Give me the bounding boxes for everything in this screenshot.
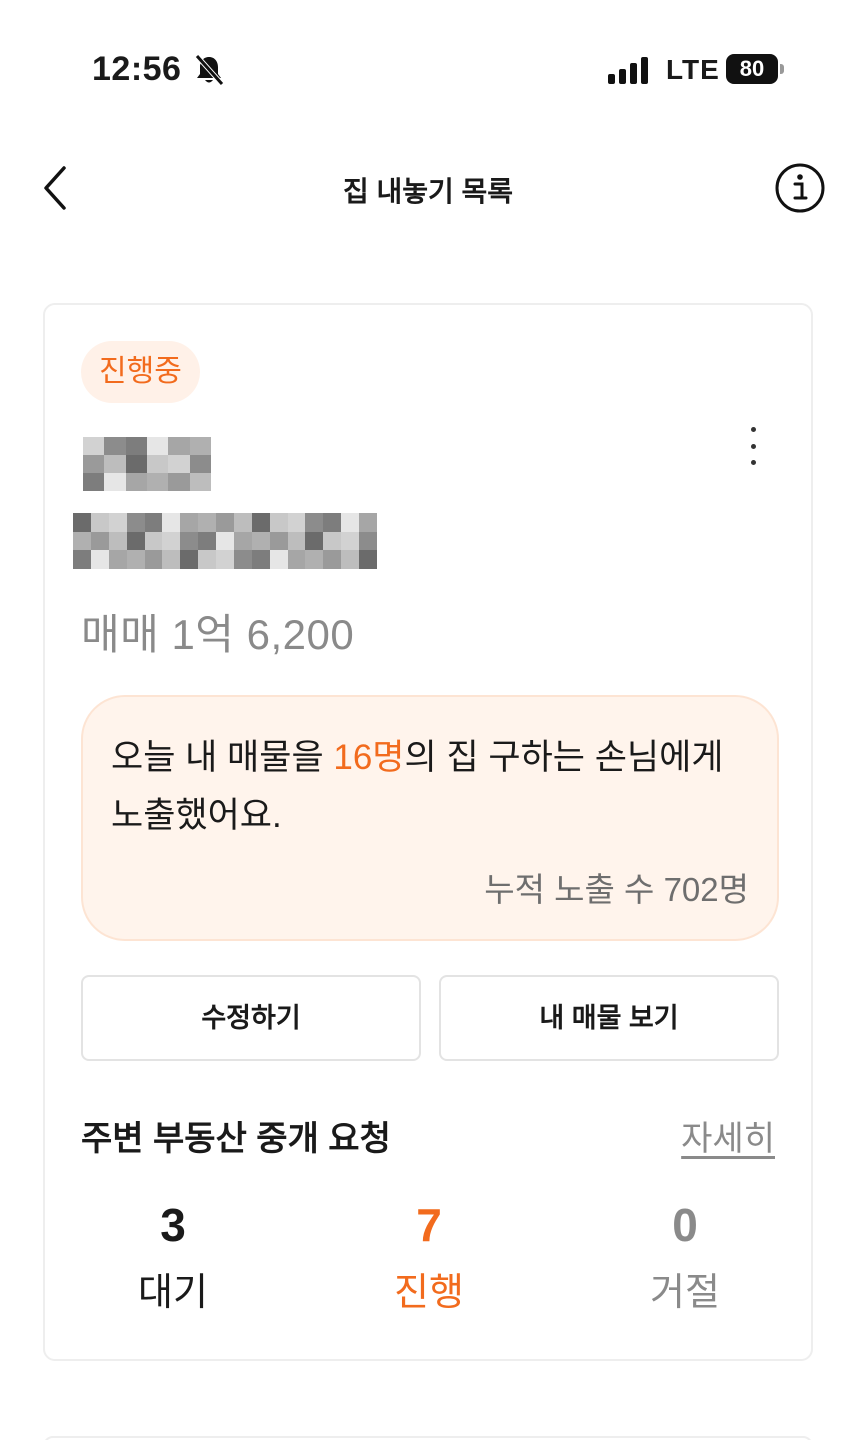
stat-in-progress[interactable]: 7 진행 [329,1195,529,1323]
listing-card: 진행중 매매 1억 6,200 오늘 내 매물을 16명의 집 구하는 손님에게… [43,303,813,1361]
next-listing-card [43,1436,813,1440]
stat-rejected-label: 거절 [650,1272,720,1314]
exposure-summary: 오늘 내 매물을 16명의 집 구하는 손님에게 노출했어요. 누적 노출 수 … [81,695,779,941]
stat-in-progress-label: 진행 [394,1272,464,1314]
app-header: 집 내놓기 목록 [0,140,856,236]
info-icon [775,163,825,213]
broker-requests-title: 주변 부동산 중개 요청 [81,1120,391,1158]
listing-price: 매매 1억 6,200 [81,611,355,658]
info-button[interactable] [774,162,826,214]
stat-rejected-count: 0 [672,1199,698,1251]
exposure-message: 오늘 내 매물을 16명의 집 구하는 손님에게 노출했어요. [111,738,724,835]
status-badge: 진행중 [81,341,200,403]
more-vertical-icon [750,427,756,432]
stat-in-progress-count: 7 [416,1199,442,1251]
exposure-count: 16명 [333,738,405,777]
battery-level: 80 [726,54,778,84]
view-listing-button[interactable]: 내 매물 보기 [439,975,779,1061]
broker-request-stats: 3 대기 7 진행 0 거절 [45,1195,811,1325]
signal-icon [608,57,648,84]
redacted-listing-name [83,437,211,491]
stat-waiting-label: 대기 [138,1272,208,1314]
status-time: 12:56 [92,50,182,88]
stat-waiting-count: 3 [160,1199,186,1251]
total-exposure: 누적 노출 수 702명 [484,871,749,908]
stat-rejected[interactable]: 0 거절 [585,1195,785,1323]
bell-muted-icon [195,54,224,86]
stat-waiting[interactable]: 3 대기 [73,1195,273,1323]
network-label: LTE [666,54,720,85]
page-title: 집 내놓기 목록 [342,176,514,207]
more-options-button[interactable] [733,423,773,469]
battery-icon: 80 [726,54,784,84]
status-bar: 12:56 LTE 80 [0,0,856,130]
details-link[interactable]: 자세히 [681,1111,775,1160]
redacted-listing-address [73,513,377,569]
edit-button[interactable]: 수정하기 [81,975,421,1061]
